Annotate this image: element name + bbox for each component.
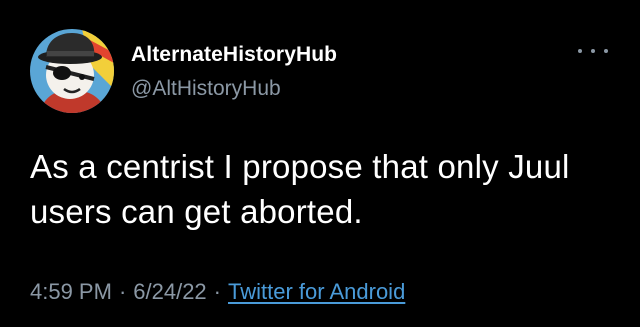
author-handle[interactable]: @AltHistoryHub — [131, 77, 281, 101]
tweet-text: As a centrist I propose that only Juul u… — [30, 148, 570, 230]
more-dot — [591, 49, 595, 53]
tweet-date[interactable]: 6/24/22 — [133, 279, 206, 304]
meta-separator: · — [213, 279, 221, 304]
tweet-card: AlternateHistoryHub @AltHistoryHub As a … — [0, 0, 640, 327]
more-dot — [604, 49, 608, 53]
tweet-source-link[interactable]: Twitter for Android — [228, 279, 405, 304]
avatar-cartoon-icon — [30, 29, 114, 113]
more-dot — [578, 49, 582, 53]
avatar[interactable] — [30, 29, 114, 113]
tweet-meta: 4:59 PM · 6/24/22 · Twitter for Android — [30, 279, 405, 305]
meta-separator: · — [118, 279, 127, 304]
more-options-icon[interactable] — [578, 44, 608, 58]
author-display-name[interactable]: AlternateHistoryHub — [131, 43, 337, 67]
tweet-time[interactable]: 4:59 PM — [30, 279, 112, 304]
